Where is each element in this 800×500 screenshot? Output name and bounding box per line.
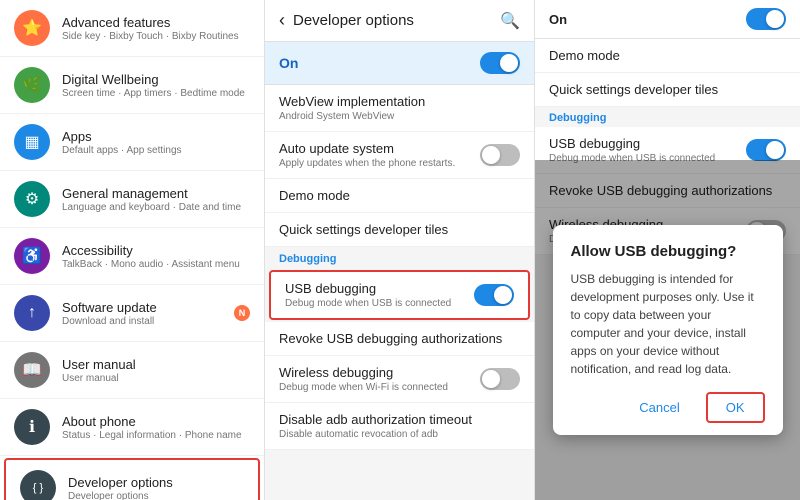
webview-title: WebView implementation xyxy=(279,94,520,109)
panel2-header: ‹ Developer options 🔍 xyxy=(265,0,534,42)
panel3-header: On xyxy=(535,0,800,39)
wireless-debugging-toggle[interactable] xyxy=(480,368,520,390)
sidebar-item-general-management[interactable]: ⚙ General management Language and keyboa… xyxy=(0,171,264,228)
sidebar-item-about-phone[interactable]: ℹ About phone Status · Legal information… xyxy=(0,399,264,456)
right-panel: On Demo mode Quick settings developer ti… xyxy=(535,0,800,500)
p3-debugging-section-label: Debugging xyxy=(535,107,800,127)
usb-debugging-item[interactable]: USB debugging Debug mode when USB is con… xyxy=(269,270,530,320)
quick-settings-item[interactable]: Quick settings developer tiles xyxy=(265,213,534,247)
sidebar-item-software-update[interactable]: ↑ Software update Download and install N xyxy=(0,285,264,342)
p3-quick-settings-title: Quick settings developer tiles xyxy=(549,82,786,97)
sidebar-item-apps[interactable]: ▦ Apps Default apps · App settings xyxy=(0,114,264,171)
ok-button[interactable]: OK xyxy=(706,392,765,423)
about-phone-icon: ℹ xyxy=(14,409,50,445)
auto-update-toggle[interactable] xyxy=(480,144,520,166)
dialog-buttons: Cancel OK xyxy=(571,392,765,423)
search-icon[interactable]: 🔍 xyxy=(500,11,520,31)
p3-on-label: On xyxy=(549,12,567,27)
usb-debugging-title: USB debugging xyxy=(285,281,451,296)
software-update-icon: ↑ xyxy=(14,295,50,331)
debugging-section-label: Debugging xyxy=(265,247,534,268)
accessibility-icon: ♿ xyxy=(14,238,50,274)
digital-wellbeing-title: Digital Wellbeing xyxy=(62,72,245,87)
general-management-title: General management xyxy=(62,186,241,201)
general-management-icon: ⚙ xyxy=(14,181,50,217)
apps-subtitle: Default apps · App settings xyxy=(62,145,182,156)
revoke-usb-title: Revoke USB debugging authorizations xyxy=(279,331,520,346)
webview-subtitle: Android System WebView xyxy=(279,111,520,122)
user-manual-title: User manual xyxy=(62,357,136,372)
developer-options-panel: ‹ Developer options 🔍 On WebView impleme… xyxy=(265,0,535,500)
revoke-usb-item[interactable]: Revoke USB debugging authorizations xyxy=(265,322,534,356)
user-manual-subtitle: User manual xyxy=(62,373,136,384)
auto-update-subtitle: Apply updates when the phone restarts. xyxy=(279,158,455,169)
auto-update-item[interactable]: Auto update system Apply updates when th… xyxy=(265,132,534,179)
software-update-subtitle: Download and install xyxy=(62,316,157,327)
panel2-title: Developer options xyxy=(293,12,500,29)
advanced-features-title: Advanced features xyxy=(62,15,239,30)
accessibility-title: Accessibility xyxy=(62,243,240,258)
p3-demo-mode-item[interactable]: Demo mode xyxy=(535,39,800,73)
user-manual-icon: 📖 xyxy=(14,352,50,388)
p3-usb-debugging-toggle[interactable] xyxy=(746,139,786,161)
accessibility-subtitle: TalkBack · Mono audio · Assistant menu xyxy=(62,259,240,270)
demo-mode-item[interactable]: Demo mode xyxy=(265,179,534,213)
sidebar-item-accessibility[interactable]: ♿ Accessibility TalkBack · Mono audio · … xyxy=(0,228,264,285)
general-management-subtitle: Language and keyboard · Date and time xyxy=(62,202,241,213)
p3-on-toggle[interactable] xyxy=(746,8,786,30)
disable-adb-subtitle: Disable automatic revocation of adb xyxy=(279,429,520,440)
sidebar-item-user-manual[interactable]: 📖 User manual User manual xyxy=(0,342,264,399)
usb-debugging-toggle[interactable] xyxy=(474,284,514,306)
disable-adb-title: Disable adb authorization timeout xyxy=(279,412,520,427)
sidebar-item-advanced-features[interactable]: ⭐ Advanced features Side key · Bixby Tou… xyxy=(0,0,264,57)
dev-on-toggle[interactable] xyxy=(480,52,520,74)
apps-icon: ▦ xyxy=(14,124,50,160)
dev-on-row[interactable]: On xyxy=(265,42,534,85)
allow-usb-dialog: Allow USB debugging? USB debugging is in… xyxy=(553,225,783,435)
digital-wellbeing-icon: 🌿 xyxy=(14,67,50,103)
p3-usb-debugging-title: USB debugging xyxy=(549,136,715,151)
update-badge: N xyxy=(234,305,250,321)
auto-update-title: Auto update system xyxy=(279,141,455,156)
developer-options-subtitle: Developer options xyxy=(68,491,173,500)
dialog-title: Allow USB debugging? xyxy=(571,243,765,260)
webview-item[interactable]: WebView implementation Android System We… xyxy=(265,85,534,132)
wireless-debugging-item[interactable]: Wireless debugging Debug mode when Wi-Fi… xyxy=(265,356,534,403)
quick-settings-title: Quick settings developer tiles xyxy=(279,222,520,237)
apps-title: Apps xyxy=(62,129,182,144)
p3-quick-settings-item[interactable]: Quick settings developer tiles xyxy=(535,73,800,107)
about-phone-subtitle: Status · Legal information · Phone name xyxy=(62,430,242,441)
digital-wellbeing-subtitle: Screen time · App timers · Bedtime mode xyxy=(62,88,245,99)
p3-demo-mode-title: Demo mode xyxy=(549,48,786,63)
dev-on-label: On xyxy=(279,55,298,71)
wireless-debugging-title: Wireless debugging xyxy=(279,365,448,380)
advanced-features-subtitle: Side key · Bixby Touch · Bixby Routines xyxy=(62,31,239,42)
software-update-title: Software update xyxy=(62,300,157,315)
sidebar-item-digital-wellbeing[interactable]: 🌿 Digital Wellbeing Screen time · App ti… xyxy=(0,57,264,114)
back-button[interactable]: ‹ xyxy=(279,10,285,31)
sidebar-item-developer-options[interactable]: { } Developer options Developer options xyxy=(4,458,260,500)
about-phone-title: About phone xyxy=(62,414,242,429)
advanced-features-icon: ⭐ xyxy=(14,10,50,46)
dialog-body: USB debugging is intended for developmen… xyxy=(571,270,765,378)
usb-debugging-subtitle: Debug mode when USB is connected xyxy=(285,298,451,309)
dialog-overlay: Allow USB debugging? USB debugging is in… xyxy=(535,160,800,500)
cancel-button[interactable]: Cancel xyxy=(621,392,697,423)
demo-mode-title: Demo mode xyxy=(279,188,520,203)
disable-adb-item[interactable]: Disable adb authorization timeout Disabl… xyxy=(265,403,534,450)
settings-panel: ⭐ Advanced features Side key · Bixby Tou… xyxy=(0,0,265,500)
developer-options-title: Developer options xyxy=(68,475,173,490)
wireless-debugging-subtitle: Debug mode when Wi-Fi is connected xyxy=(279,382,448,393)
developer-options-icon: { } xyxy=(20,470,56,500)
